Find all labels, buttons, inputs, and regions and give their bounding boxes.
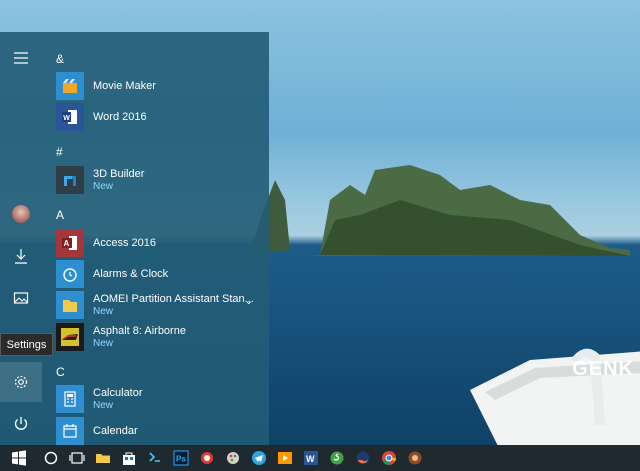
word-icon: W xyxy=(56,103,84,131)
pictures-button[interactable] xyxy=(0,278,42,318)
group-header-hash[interactable]: # xyxy=(56,145,63,159)
app-calendar[interactable]: Calendar xyxy=(56,416,269,446)
taskbar-colorful-app[interactable] xyxy=(194,445,220,471)
taskbar-telegram[interactable] xyxy=(246,445,272,471)
gear-icon xyxy=(14,375,28,389)
chevron-down-icon[interactable]: ⌄ xyxy=(245,296,253,307)
settings-button[interactable] xyxy=(0,362,42,402)
genk-watermark: GENK xyxy=(572,358,634,380)
new-badge: New xyxy=(93,338,114,349)
task-view-button[interactable] xyxy=(64,445,90,471)
app-calculator[interactable]: Calculator New xyxy=(56,384,269,414)
pictures-icon xyxy=(13,292,29,304)
downloads-button[interactable] xyxy=(0,236,42,276)
user-account-button[interactable] xyxy=(0,194,42,234)
taskbar-firefox[interactable] xyxy=(350,445,376,471)
cortana-icon xyxy=(44,451,58,465)
app-movie-maker[interactable]: Movie Maker xyxy=(56,71,269,101)
calendar-icon xyxy=(56,417,84,445)
taskbar-paint[interactable] xyxy=(220,445,246,471)
3d-builder-icon xyxy=(56,166,84,194)
taskbar-word[interactable]: W xyxy=(298,445,324,471)
app-name: 3D Builder xyxy=(93,168,145,180)
word-icon: W xyxy=(304,451,318,465)
cortana-button[interactable] xyxy=(38,445,64,471)
app-asphalt-8[interactable]: Asphalt 8: Airborne New xyxy=(56,322,269,352)
game-icon xyxy=(408,451,422,465)
start-rail xyxy=(0,32,42,445)
chrome-like-icon xyxy=(201,452,213,464)
app-name: Asphalt 8: Airborne xyxy=(93,325,186,337)
paint-icon xyxy=(227,452,239,464)
taskbar-skype[interactable] xyxy=(324,445,350,471)
power-button[interactable] xyxy=(0,404,42,444)
svg-text:W: W xyxy=(306,454,315,464)
taskbar: Ps W xyxy=(0,445,640,471)
start-menu: & Movie Maker W Word 2016 # 3D Builder N… xyxy=(0,32,269,445)
app-name: Calendar xyxy=(93,425,138,437)
hamburger-icon xyxy=(14,52,28,64)
photoshop-icon: Ps xyxy=(173,450,189,466)
taskbar-photoshop[interactable]: Ps xyxy=(168,445,194,471)
asphalt-icon xyxy=(56,323,84,351)
network-tool-icon xyxy=(149,452,160,462)
new-badge: New xyxy=(93,306,114,317)
hamburger-menu-button[interactable] xyxy=(0,38,42,78)
start-button[interactable] xyxy=(0,445,38,471)
taskbar-file-explorer[interactable] xyxy=(90,445,116,471)
file-explorer-icon xyxy=(96,454,110,463)
telegram-icon xyxy=(252,451,266,465)
taskbar-network-tool[interactable] xyxy=(142,445,168,471)
folder-icon xyxy=(56,291,84,319)
taskbar-chrome[interactable] xyxy=(376,445,402,471)
app-list: & Movie Maker W Word 2016 # 3D Builder N… xyxy=(56,32,269,445)
app-name: Alarms & Clock xyxy=(93,268,169,280)
download-icon xyxy=(15,249,27,264)
movie-maker-icon xyxy=(56,72,84,100)
app-name: Access 2016 xyxy=(93,237,156,249)
access-icon: A xyxy=(56,229,84,257)
media-player-icon xyxy=(278,452,292,464)
chrome-icon xyxy=(382,451,396,465)
settings-tooltip: Settings xyxy=(0,333,53,356)
app-alarms-clock[interactable]: Alarms & Clock xyxy=(56,259,269,289)
windows-logo-icon xyxy=(12,450,26,466)
app-name: Word 2016 xyxy=(93,111,147,123)
app-access-2016[interactable]: A Access 2016 xyxy=(56,228,269,258)
app-aomei-partition[interactable]: AOMEI Partition Assistant Stan... New ⌄ xyxy=(56,290,269,320)
svg-text:W: W xyxy=(63,115,70,122)
group-header-c[interactable]: C xyxy=(56,365,65,379)
alarm-clock-icon xyxy=(56,260,84,288)
skype-icon xyxy=(330,451,344,465)
svg-text:A: A xyxy=(64,239,70,248)
island-image xyxy=(250,165,630,256)
app-word-2016[interactable]: W Word 2016 xyxy=(56,102,269,132)
new-badge: New xyxy=(93,181,114,192)
app-name: AOMEI Partition Assistant Stan... xyxy=(93,293,254,305)
svg-text:Ps: Ps xyxy=(176,455,186,464)
calculator-icon xyxy=(56,385,84,413)
boat-image xyxy=(470,348,640,450)
taskbar-store[interactable] xyxy=(116,445,142,471)
app-name: Movie Maker xyxy=(93,80,156,92)
task-view-icon xyxy=(69,452,85,464)
app-name: Calculator xyxy=(93,387,143,399)
power-icon xyxy=(14,417,28,430)
firefox-icon xyxy=(356,451,370,465)
group-header-a[interactable]: A xyxy=(56,208,64,222)
taskbar-game[interactable] xyxy=(402,445,428,471)
avatar xyxy=(12,205,30,223)
group-header-ampersand[interactable]: & xyxy=(56,52,64,66)
taskbar-media-player[interactable] xyxy=(272,445,298,471)
app-3d-builder[interactable]: 3D Builder New xyxy=(56,165,269,195)
new-badge: New xyxy=(93,400,114,411)
store-icon xyxy=(123,452,135,465)
